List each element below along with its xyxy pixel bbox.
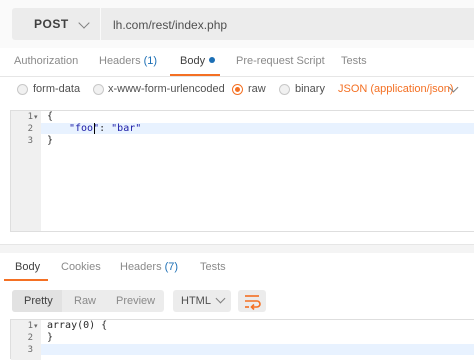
radio-binary[interactable]: [279, 84, 290, 95]
fold-triangle-icon[interactable]: ▾: [34, 113, 38, 121]
request-tabs: Authorization Headers (1) Body Pre-reque…: [0, 48, 474, 77]
tab-body[interactable]: Body: [180, 55, 216, 67]
tab-label: Tests: [200, 261, 226, 273]
pretty-button[interactable]: Pretty: [24, 295, 53, 307]
json-separator: :: [99, 123, 112, 134]
response-body-viewer[interactable]: 1 ▾ 2 3 array(0) { }: [10, 319, 474, 360]
line-number: 1: [27, 112, 33, 122]
active-line-highlight: [41, 344, 474, 355]
code-line-1: {: [47, 111, 54, 122]
tab-tests[interactable]: Tests: [341, 55, 367, 67]
response-tab-body[interactable]: Body: [15, 261, 40, 273]
format-label: HTML: [181, 295, 211, 307]
request-body-editor[interactable]: 1 ▾ 2 3 { "foo": "bar" }: [10, 110, 474, 232]
code-line-3: }: [47, 135, 54, 146]
tab-label: Headers: [120, 261, 162, 273]
line-number: 2: [27, 333, 33, 343]
urlencoded-label: x-www-form-urlencoded: [108, 83, 225, 95]
tab-label: Pre-request Script: [236, 55, 325, 67]
tab-authorization[interactable]: Authorization: [14, 55, 78, 67]
chevron-down-icon: [215, 293, 226, 304]
method-label: POST: [34, 17, 69, 31]
raw-button[interactable]: Raw: [74, 295, 96, 307]
response-tabs: Body Cookies Headers (7) Tests: [0, 252, 474, 281]
tab-label: Body: [180, 55, 206, 67]
tab-label: Headers: [99, 55, 141, 67]
headers-count: (7): [164, 261, 179, 273]
response-tab-cookies[interactable]: Cookies: [61, 261, 101, 273]
url-value: lh.com/rest/index.php: [113, 18, 228, 32]
code-line-2: "foo": "bar": [69, 123, 141, 134]
tab-headers[interactable]: Headers (1): [99, 55, 157, 67]
chevron-down-icon: [78, 17, 90, 29]
tab-label: Cookies: [61, 261, 101, 273]
code-line-2: }: [47, 332, 54, 343]
binary-label: binary: [295, 83, 325, 95]
json-value: "bar": [111, 123, 142, 134]
url-input[interactable]: lh.com/rest/index.php: [101, 8, 474, 40]
tab-label: Authorization: [14, 55, 79, 67]
tab-label: Body: [15, 261, 41, 273]
radio-urlencoded[interactable]: [93, 84, 104, 95]
format-toggle-group: Pretty Raw Preview: [12, 290, 164, 312]
line-number: 3: [27, 345, 33, 355]
tab-label: Tests: [341, 55, 367, 67]
line-number: 1: [27, 321, 33, 331]
active-tab-indicator: [170, 74, 220, 76]
line-number: 3: [27, 136, 33, 146]
modified-dot-icon: [209, 57, 216, 63]
radio-raw[interactable]: [232, 84, 243, 95]
method-select[interactable]: POST: [12, 8, 100, 40]
wrap-lines-icon: [245, 295, 261, 311]
line-number: 2: [27, 124, 33, 134]
response-tab-headers[interactable]: Headers (7): [120, 261, 178, 273]
tab-pre-request-script[interactable]: Pre-request Script: [236, 55, 325, 67]
request-bar: POST lh.com/rest/index.php: [0, 0, 474, 48]
line-number-gutter: 1 ▾ 2 3: [11, 111, 41, 231]
headers-count: (1): [143, 55, 158, 67]
radio-form-data[interactable]: [17, 84, 28, 95]
response-tab-tests[interactable]: Tests: [200, 261, 226, 273]
active-tab-indicator: [4, 279, 48, 281]
wrap-lines-button[interactable]: [238, 290, 266, 312]
text-cursor: [94, 123, 95, 134]
line-number-gutter: 1 ▾ 2 3: [11, 320, 41, 360]
code-line-1: array(0) {: [47, 320, 108, 331]
content-type-select[interactable]: JSON (application/json): [338, 83, 454, 95]
fold-triangle-icon[interactable]: ▾: [34, 322, 38, 330]
form-data-label: form-data: [33, 83, 81, 95]
raw-label: raw: [248, 83, 266, 95]
preview-button[interactable]: Preview: [116, 295, 155, 307]
response-format-select[interactable]: HTML: [173, 290, 231, 312]
